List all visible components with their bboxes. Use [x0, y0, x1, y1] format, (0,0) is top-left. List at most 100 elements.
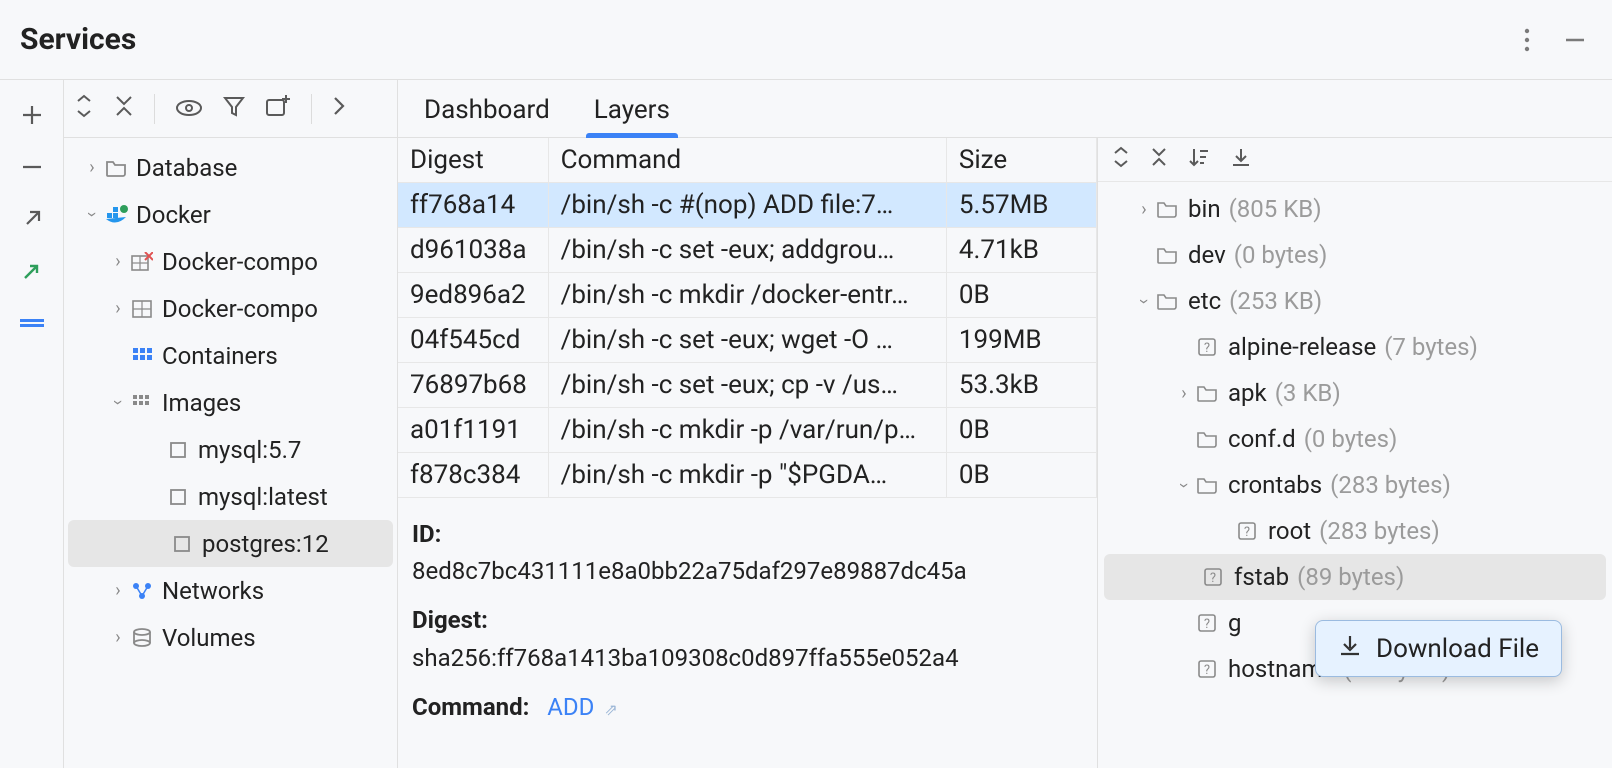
chevron-right-icon: ›	[108, 251, 128, 272]
file-tree-toolbar	[1098, 138, 1612, 182]
unknown-file-icon: ?	[1194, 337, 1220, 357]
cell-digest: ff768a14	[398, 183, 548, 228]
layer-row[interactable]: 9ed896a2 /bin/sh -c mkdir /docker-entr… …	[398, 273, 1097, 318]
sort-icon[interactable]	[1188, 146, 1210, 174]
unknown-file-icon: ?	[1234, 521, 1260, 541]
ftree-label: crontabs	[1228, 471, 1322, 499]
tab-layers[interactable]: Layers	[586, 83, 678, 137]
more-vert-icon[interactable]	[1510, 23, 1544, 57]
layer-row[interactable]: 04f545cd /bin/sh -c set -eux; wget -O … …	[398, 318, 1097, 363]
tree-label: Containers	[162, 342, 278, 370]
cell-size: 0B	[946, 453, 1096, 498]
filter-icon[interactable]	[223, 95, 245, 123]
tree-label: Docker-compo	[162, 248, 318, 276]
ftree-item-apk[interactable]: › apk (3 KB)	[1098, 370, 1612, 416]
chevron-down-icon: ›	[82, 205, 103, 225]
ftree-item-dev[interactable]: dev (0 bytes)	[1098, 232, 1612, 278]
cell-digest: 76897b68	[398, 363, 548, 408]
cell-command: /bin/sh -c set -eux; wget -O …	[548, 318, 946, 363]
cell-size: 199MB	[946, 318, 1096, 363]
tree-label: mysql:latest	[198, 483, 328, 511]
divider	[154, 94, 155, 124]
cell-command: /bin/sh -c set -eux; cp -v /us…	[548, 363, 946, 408]
cell-command: /bin/sh -c mkdir -p "$PGDA…	[548, 453, 946, 498]
compose-icon	[128, 300, 156, 318]
cell-command: /bin/sh -c #(nop) ADD file:7…	[548, 183, 946, 228]
ftree-size: (3 KB)	[1275, 379, 1341, 407]
tree-item-image-mysql-latest[interactable]: mysql:latest	[64, 473, 397, 520]
layer-row[interactable]: 76897b68 /bin/sh -c set -eux; cp -v /us……	[398, 363, 1097, 408]
col-size[interactable]: Size	[946, 138, 1096, 183]
layout-icon[interactable]	[17, 308, 47, 338]
chevron-down-icon: ›	[1174, 475, 1195, 495]
tree-label: postgres:12	[202, 530, 329, 558]
tree-item-images[interactable]: › Images	[64, 379, 397, 426]
layer-row[interactable]: a01f1191 /bin/sh -c mkdir -p /var/run/p……	[398, 408, 1097, 453]
tree-label: Docker-compo	[162, 295, 318, 323]
tree-item-image-postgres12[interactable]: postgres:12	[68, 520, 393, 567]
ftree-item-alpine-release[interactable]: ? alpine-release (7 bytes)	[1098, 324, 1612, 370]
services-tree: › Database › Docker › Docker-compo › Doc…	[64, 138, 397, 768]
file-tree: › bin (805 KB) dev (0 bytes) › e	[1098, 182, 1612, 768]
unknown-file-icon: ?	[1194, 613, 1220, 633]
layer-row[interactable]: f878c384 /bin/sh -c mkdir -p "$PGDA… 0B	[398, 453, 1097, 498]
attach-icon[interactable]	[17, 256, 47, 286]
remove-icon[interactable]	[17, 152, 47, 182]
tree-item-docker-compose-2[interactable]: › Docker-compo	[64, 285, 397, 332]
ftree-item-confd[interactable]: conf.d (0 bytes)	[1098, 416, 1612, 462]
download-file-menuitem[interactable]: Download File	[1376, 634, 1539, 664]
minimize-icon[interactable]	[1558, 23, 1592, 57]
folder-icon	[1194, 476, 1220, 494]
chevron-down-icon: ›	[108, 393, 129, 413]
ftree-label: g	[1228, 609, 1241, 637]
ftree-item-crontabs[interactable]: › crontabs (283 bytes)	[1098, 462, 1612, 508]
collapse-all-icon[interactable]	[114, 93, 134, 125]
command-link[interactable]: ADD	[547, 693, 594, 721]
id-value: 8ed8c7bc431111e8a0bb22a75daf297e89887dc4…	[412, 553, 1083, 590]
ftree-item-etc[interactable]: › etc (253 KB)	[1098, 278, 1612, 324]
ftree-item-root[interactable]: ? root (283 bytes)	[1098, 508, 1612, 554]
new-box-icon[interactable]	[265, 95, 291, 123]
cell-digest: f878c384	[398, 453, 548, 498]
collapse-all-icon[interactable]	[1150, 145, 1168, 175]
svg-text:?: ?	[1204, 663, 1210, 678]
tree-item-database[interactable]: › Database	[64, 144, 397, 191]
chevron-right-icon[interactable]	[332, 95, 346, 123]
cell-digest: d961038a	[398, 228, 548, 273]
tree-item-docker-compose-1[interactable]: › Docker-compo	[64, 238, 397, 285]
tree-label: Networks	[162, 577, 264, 605]
chevron-down-icon: ›	[1134, 291, 1155, 311]
cell-command: /bin/sh -c mkdir /docker-entr…	[548, 273, 946, 318]
cell-size: 0B	[946, 273, 1096, 318]
folder-icon	[102, 159, 130, 177]
col-command[interactable]: Command	[548, 138, 946, 183]
networks-icon	[128, 582, 156, 600]
chevron-right-icon: ›	[1134, 199, 1154, 220]
download-icon[interactable]	[1230, 146, 1252, 174]
ftree-size: (283 bytes)	[1330, 471, 1451, 499]
cell-digest: 9ed896a2	[398, 273, 548, 318]
tree-item-containers[interactable]: Containers	[64, 332, 397, 379]
ftree-size: (253 KB)	[1229, 287, 1322, 315]
ftree-item-bin[interactable]: › bin (805 KB)	[1098, 186, 1612, 232]
ftree-label: apk	[1228, 379, 1267, 407]
svg-text:?: ?	[1244, 525, 1250, 540]
svg-text:?: ?	[1204, 341, 1210, 356]
col-digest[interactable]: Digest	[398, 138, 548, 183]
context-menu: Download File	[1315, 620, 1562, 677]
tree-item-image-mysql57[interactable]: mysql:5.7	[64, 426, 397, 473]
ftree-size: (0 bytes)	[1304, 425, 1398, 453]
layer-row[interactable]: d961038a /bin/sh -c set -eux; addgrou… 4…	[398, 228, 1097, 273]
ftree-size: (89 bytes)	[1297, 563, 1404, 591]
show-icon[interactable]	[175, 95, 203, 123]
add-icon[interactable]	[17, 100, 47, 130]
expand-collapse-icon[interactable]	[74, 93, 94, 125]
open-external-icon[interactable]	[17, 204, 47, 234]
layer-row[interactable]: ff768a14 /bin/sh -c #(nop) ADD file:7… 5…	[398, 183, 1097, 228]
tree-item-docker[interactable]: › Docker	[64, 191, 397, 238]
tree-item-networks[interactable]: › Networks	[64, 567, 397, 614]
tree-item-volumes[interactable]: › Volumes	[64, 614, 397, 661]
ftree-item-fstab[interactable]: ? fstab (89 bytes)	[1104, 554, 1606, 600]
expand-collapse-icon[interactable]	[1112, 145, 1130, 175]
tab-dashboard[interactable]: Dashboard	[416, 83, 558, 137]
